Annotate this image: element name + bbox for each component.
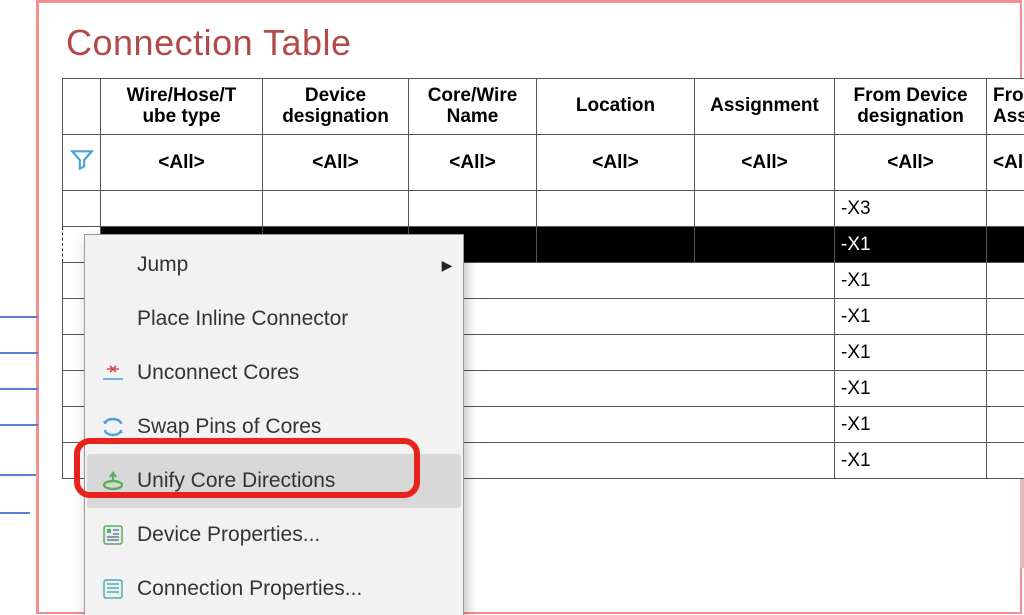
menu-item-label: Place Inline Connector bbox=[131, 307, 433, 331]
cell-from2[interactable] bbox=[987, 407, 1024, 443]
menu-item-device-properties[interactable]: Device Properties... bbox=[87, 508, 461, 562]
connection-properties-icon bbox=[95, 578, 131, 600]
menu-item-unify-core-directions[interactable]: Unify Core Directions bbox=[87, 454, 461, 508]
context-menu: Jump ▶ Place Inline Connector Unconnect … bbox=[84, 234, 464, 615]
cell-from[interactable]: -X1 bbox=[835, 335, 987, 371]
filter-location[interactable]: <All> bbox=[537, 135, 695, 191]
filter-from2[interactable]: <All> bbox=[987, 135, 1024, 191]
cell-from2[interactable] bbox=[987, 335, 1024, 371]
table-row[interactable]: -X3 bbox=[63, 191, 1024, 227]
row-selector[interactable] bbox=[63, 191, 101, 227]
header-from-assignment[interactable]: FroAssig bbox=[987, 79, 1024, 135]
filter-from[interactable]: <All> bbox=[835, 135, 987, 191]
header-assignment[interactable]: Assignment bbox=[695, 79, 835, 135]
menu-item-jump[interactable]: Jump ▶ bbox=[87, 238, 461, 292]
cell-from2[interactable] bbox=[987, 263, 1024, 299]
filter-wire-type[interactable]: <All> bbox=[101, 135, 263, 191]
swap-icon bbox=[95, 417, 131, 437]
menu-item-unconnect-cores[interactable]: Unconnect Cores bbox=[87, 346, 461, 400]
cell-from[interactable]: -X1 bbox=[835, 263, 987, 299]
filter-cwname[interactable]: <All> bbox=[409, 135, 537, 191]
filter-icon-cell[interactable] bbox=[63, 135, 101, 191]
unconnect-icon bbox=[95, 363, 131, 383]
filter-assignment[interactable]: <All> bbox=[695, 135, 835, 191]
menu-item-label: Unify Core Directions bbox=[131, 469, 433, 493]
panel-title: Connection Table bbox=[66, 22, 352, 64]
cell-from[interactable]: -X1 bbox=[835, 371, 987, 407]
header-core-wire-name-label: Core/WireName bbox=[428, 85, 518, 127]
header-location[interactable]: Location bbox=[537, 79, 695, 135]
header-from-device-designation-label: From Devicedesignation bbox=[853, 85, 967, 127]
header-assignment-label: Assignment bbox=[710, 95, 819, 116]
cell-cwname[interactable] bbox=[409, 191, 537, 227]
cell-from[interactable]: -X1 bbox=[835, 299, 987, 335]
filter-ddes[interactable]: <All> bbox=[263, 135, 409, 191]
diagram-connector-stubs bbox=[0, 0, 40, 615]
cell-from2[interactable] bbox=[987, 371, 1024, 407]
menu-item-label: Swap Pins of Cores bbox=[131, 415, 433, 439]
header-from-device-designation[interactable]: From Devicedesignation bbox=[835, 79, 987, 135]
header-wire-type-label: Wire/Hose/Tube type bbox=[127, 85, 237, 127]
unify-icon bbox=[95, 471, 131, 491]
cell-ddes[interactable] bbox=[263, 191, 409, 227]
table-header-row: Wire/Hose/Tube type Devicedesignation Co… bbox=[63, 79, 1024, 135]
header-wire-type[interactable]: Wire/Hose/Tube type bbox=[101, 79, 263, 135]
cell-from[interactable]: -X1 bbox=[835, 407, 987, 443]
menu-item-connection-properties[interactable]: Connection Properties... bbox=[87, 562, 461, 615]
cell-location[interactable] bbox=[537, 191, 695, 227]
cell-assignment[interactable] bbox=[695, 227, 835, 263]
cell-from2[interactable] bbox=[987, 227, 1024, 263]
cell-from[interactable]: -X1 bbox=[835, 227, 987, 263]
menu-item-swap-pins[interactable]: Swap Pins of Cores bbox=[87, 400, 461, 454]
submenu-arrow-icon: ▶ bbox=[433, 257, 461, 274]
header-rowhead[interactable] bbox=[63, 79, 101, 135]
cell-assignment[interactable] bbox=[695, 191, 835, 227]
cell-from[interactable]: -X3 bbox=[835, 191, 987, 227]
header-from-assignment-label: FroAssig bbox=[993, 85, 1024, 127]
menu-item-label: Jump bbox=[131, 253, 433, 277]
menu-item-place-inline-connector[interactable]: Place Inline Connector bbox=[87, 292, 461, 346]
cell-from2[interactable] bbox=[987, 191, 1024, 227]
menu-item-label: Connection Properties... bbox=[131, 577, 433, 601]
header-device-designation[interactable]: Devicedesignation bbox=[263, 79, 409, 135]
device-properties-icon bbox=[95, 524, 131, 546]
cell-from[interactable]: -X1 bbox=[835, 443, 987, 479]
cell-location[interactable] bbox=[537, 227, 695, 263]
menu-item-label: Unconnect Cores bbox=[131, 361, 433, 385]
cell-wire-type[interactable] bbox=[101, 191, 263, 227]
menu-item-label: Device Properties... bbox=[131, 523, 433, 547]
header-core-wire-name[interactable]: Core/WireName bbox=[409, 79, 537, 135]
cell-from2[interactable] bbox=[987, 443, 1024, 479]
funnel-icon bbox=[69, 147, 95, 173]
cell-from2[interactable] bbox=[987, 299, 1024, 335]
header-device-designation-label: Devicedesignation bbox=[282, 85, 389, 127]
table-filter-row: <All> <All> <All> <All> <All> <All> <All… bbox=[63, 135, 1024, 191]
header-location-label: Location bbox=[576, 95, 655, 116]
